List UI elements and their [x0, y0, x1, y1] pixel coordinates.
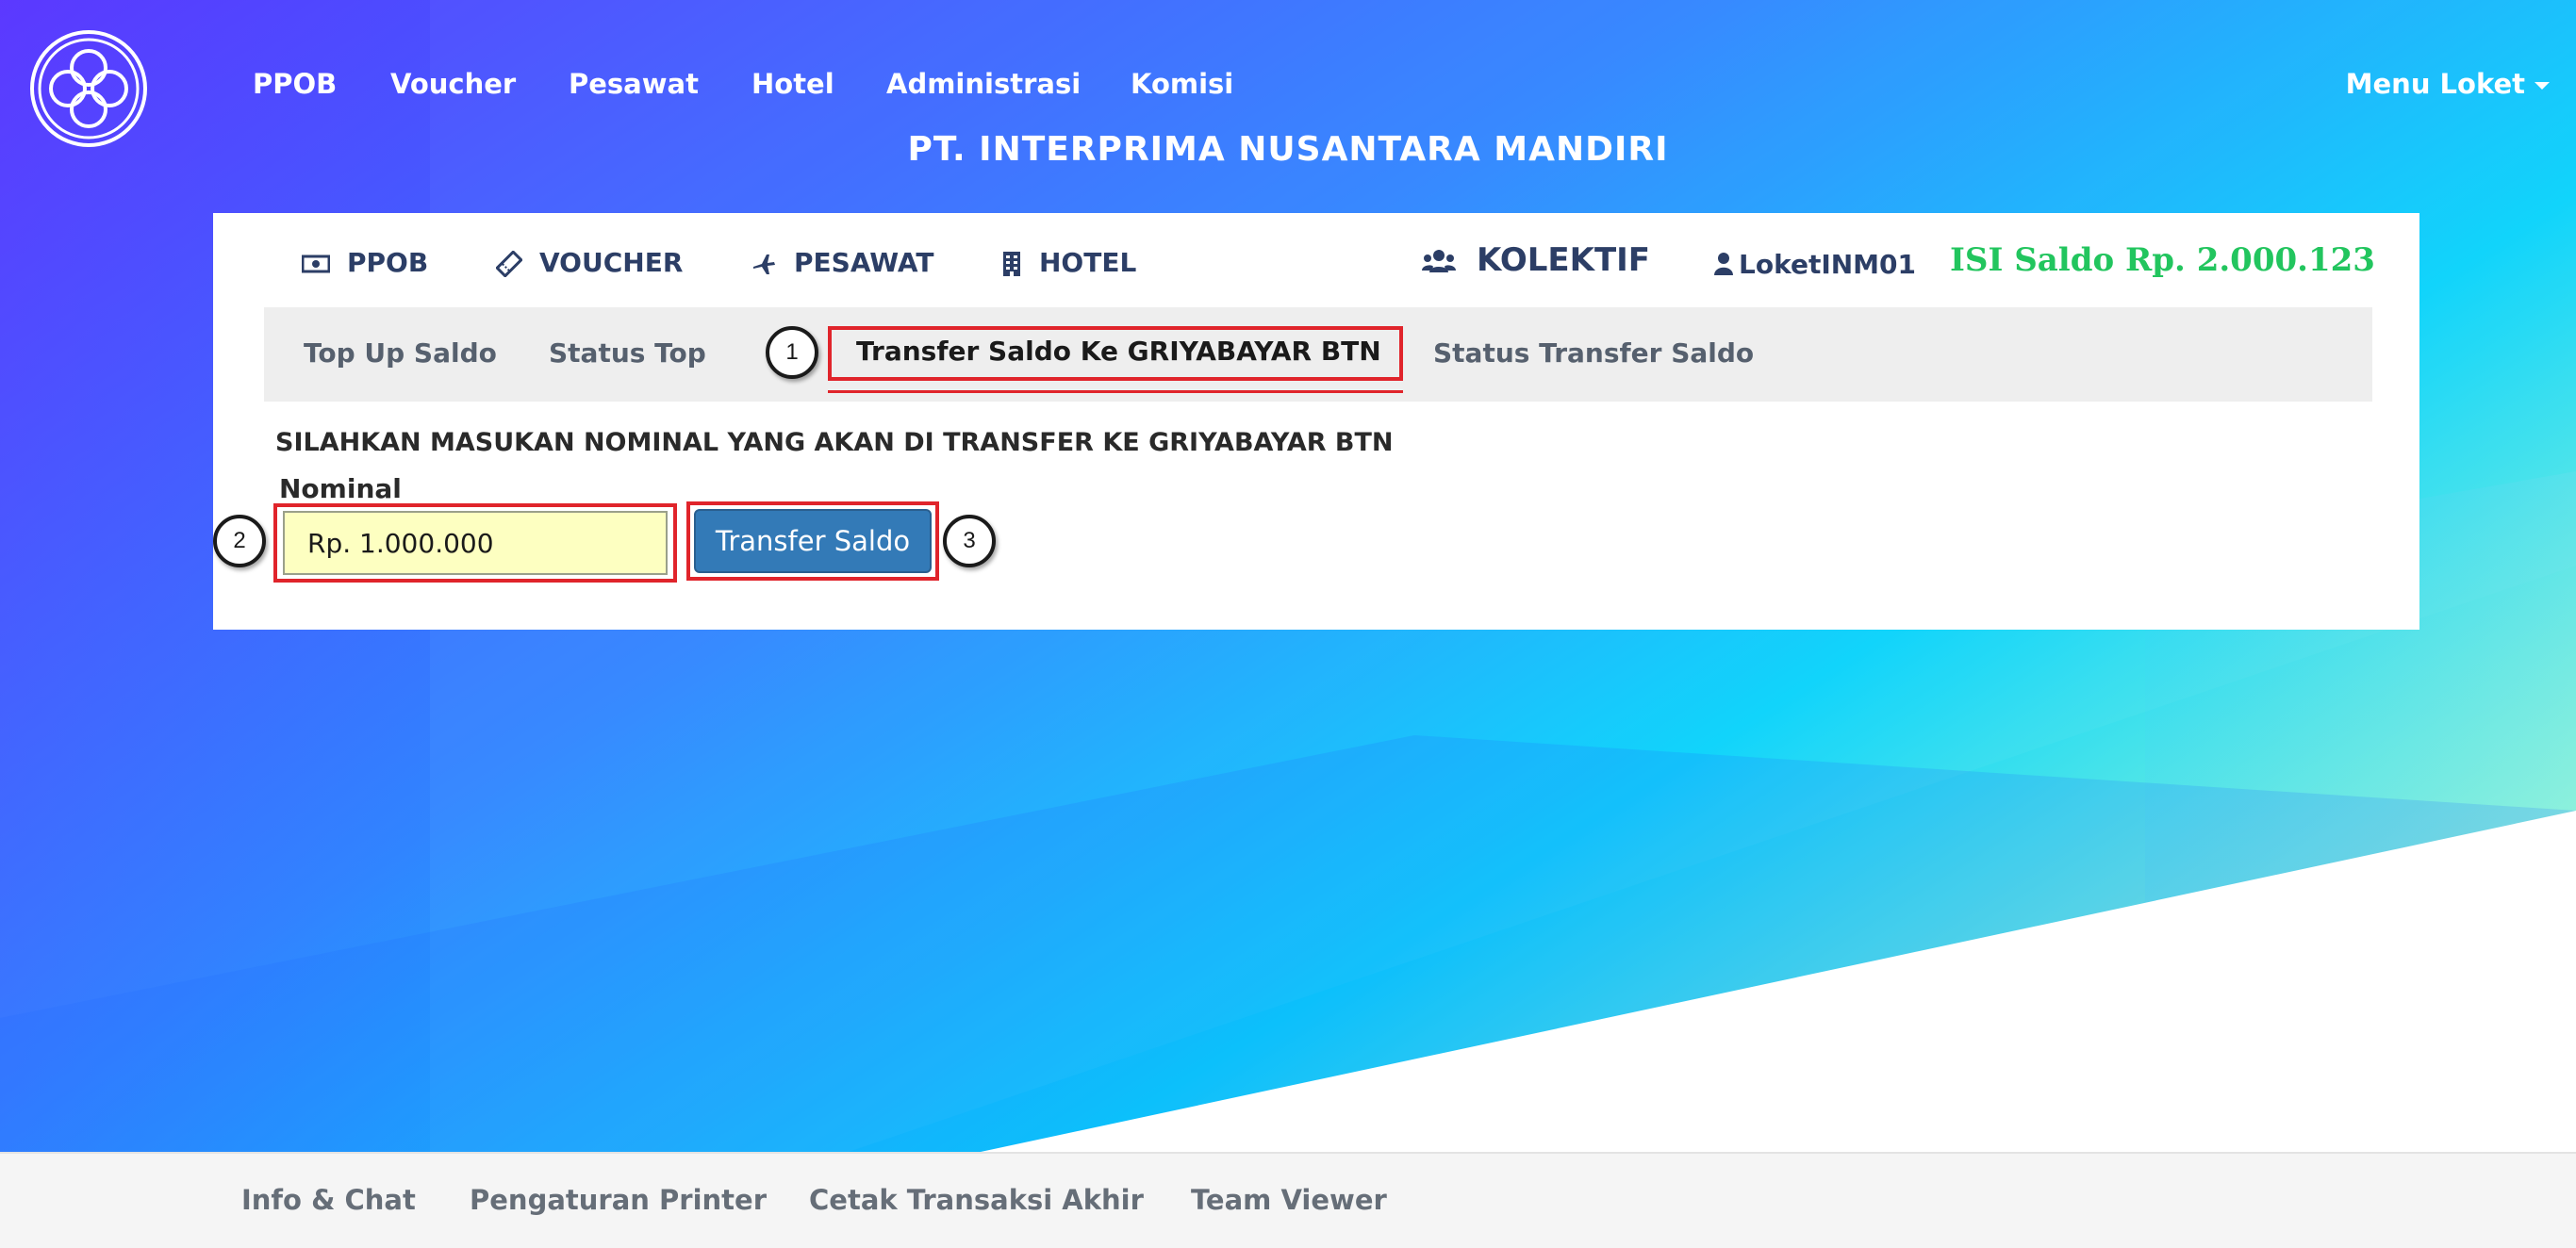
caret-down-icon	[2535, 82, 2550, 90]
active-tab-underline	[828, 390, 1403, 393]
tab-status-top[interactable]: Status Top	[549, 337, 706, 369]
plane-icon	[753, 255, 775, 274]
nav-pesawat[interactable]: Pesawat	[569, 68, 699, 100]
tab-transfer-saldo-btn[interactable]: Transfer Saldo Ke GRIYABAYAR BTN	[856, 336, 1381, 367]
nav-voucher[interactable]: Voucher	[390, 68, 516, 100]
money-icon	[301, 255, 331, 273]
nav-hotel[interactable]: Hotel	[751, 68, 834, 100]
category-pesawat-label: PESAWAT	[794, 247, 934, 278]
instruction-text: SILAHKAN MASUKAN NOMINAL YANG AKAN DI TR…	[275, 428, 1394, 457]
nominal-input[interactable]	[283, 511, 668, 575]
user-account: LoketINM01	[1714, 249, 1916, 280]
nav-ppob[interactable]: PPOB	[253, 68, 337, 100]
main-panel: PPOB VOUCHER PESAWAT HOTEL KOLEKTIF Loke…	[213, 213, 2419, 630]
footer-cetak-transaksi-akhir[interactable]: Cetak Transaksi Akhir	[809, 1184, 1144, 1216]
footer-pengaturan-printer[interactable]: Pengaturan Printer	[470, 1184, 767, 1216]
callout-badge-2: 2	[213, 515, 266, 567]
transfer-saldo-button[interactable]: Transfer Saldo	[694, 509, 932, 573]
footer-team-viewer[interactable]: Team Viewer	[1191, 1184, 1387, 1216]
menu-loket-dropdown[interactable]: Menu Loket	[2346, 68, 2550, 100]
category-hotel-label: HOTEL	[1039, 247, 1137, 278]
username: LoketINM01	[1739, 249, 1917, 280]
category-ppob[interactable]: PPOB	[301, 247, 429, 278]
ticket-icon	[495, 250, 523, 278]
company-title: PT. INTERPRIMA NUSANTARA MANDIRI	[907, 130, 1669, 169]
kolektif-link[interactable]: KOLEKTIF	[1422, 241, 1650, 279]
category-ppob-label: PPOB	[347, 247, 429, 278]
nav-komisi[interactable]: Komisi	[1131, 68, 1233, 100]
footer: Info & Chat Pengaturan Printer Cetak Tra…	[0, 1152, 2576, 1248]
users-icon	[1422, 249, 1456, 272]
kolektif-label: KOLEKTIF	[1477, 241, 1651, 279]
nav-administrasi[interactable]: Administrasi	[886, 68, 1081, 100]
saldo-balance[interactable]: ISI Saldo Rp. 2.000.123	[1950, 241, 2375, 279]
tab-top-up-saldo[interactable]: Top Up Saldo	[304, 337, 497, 369]
callout-badge-3: 3	[943, 515, 996, 567]
tab-bar: Top Up Saldo Status Top Transfer Saldo K…	[264, 307, 2372, 402]
category-voucher-label: VOUCHER	[539, 247, 684, 278]
category-voucher[interactable]: VOUCHER	[495, 247, 684, 278]
building-icon	[1003, 252, 1020, 276]
callout-badge-1: 1	[766, 326, 818, 379]
category-hotel[interactable]: HOTEL	[1001, 247, 1136, 278]
nominal-label: Nominal	[279, 473, 402, 504]
tab-status-transfer-saldo[interactable]: Status Transfer Saldo	[1433, 337, 1754, 369]
footer-info-chat[interactable]: Info & Chat	[241, 1184, 416, 1216]
user-icon	[1714, 253, 1733, 275]
menu-loket-label: Menu Loket	[2345, 68, 2525, 100]
category-pesawat[interactable]: PESAWAT	[751, 247, 933, 278]
